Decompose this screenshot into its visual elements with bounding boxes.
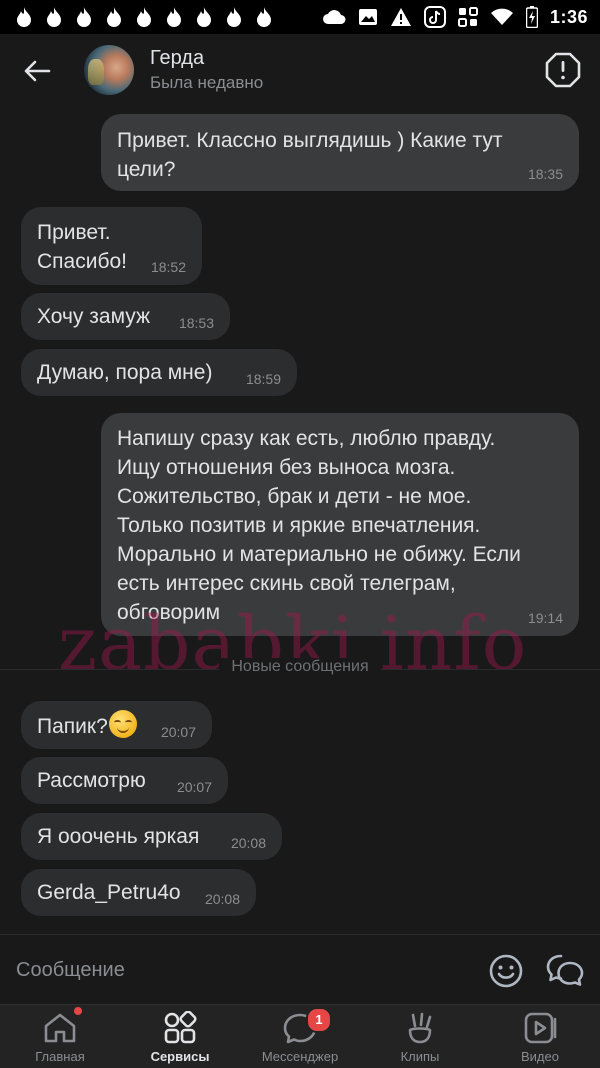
notification-icons (0, 6, 274, 28)
message-bubble-incoming[interactable]: Привет. Спасибо! 18:52 (21, 207, 202, 285)
nav-item-messenger[interactable]: 1 Мессенджер (240, 1005, 360, 1068)
message-time: 20:08 (204, 891, 240, 907)
warning-octagon-icon (545, 52, 581, 88)
message-text: Думаю, пора мне) (37, 361, 213, 384)
wallpaper-icon (457, 7, 478, 27)
status-bar: 1:36 (0, 0, 600, 34)
message-time: 18:53 (178, 315, 214, 331)
message-time: 20:08 (230, 835, 266, 851)
message-bubble-incoming[interactable]: Хочу замуж 18:53 (21, 293, 230, 340)
video-icon (524, 1012, 557, 1044)
new-messages-label: Новые сообщения (219, 658, 381, 675)
back-button[interactable] (18, 52, 56, 90)
battery-charging-icon (525, 6, 538, 28)
message-time: 20:07 (176, 779, 212, 795)
contact-name[interactable]: Герда (150, 47, 204, 70)
nav-label: Видео (521, 1049, 559, 1064)
message-bubble-outgoing[interactable]: Напишу сразу как есть, люблю правду. Ищу… (101, 413, 579, 636)
message-time: 19:14 (527, 610, 563, 626)
flame-icon (197, 7, 211, 27)
chats-icon[interactable] (546, 952, 584, 988)
wifi-icon (490, 8, 513, 25)
message-time: 20:07 (160, 724, 196, 740)
emoji-icon[interactable] (488, 953, 524, 989)
flame-icon (227, 7, 241, 27)
report-button[interactable] (542, 49, 584, 91)
image-icon (358, 9, 377, 25)
nav-label: Клипы (400, 1049, 440, 1064)
message-bubble-incoming[interactable]: Думаю, пора мне) 18:59 (21, 349, 297, 396)
flame-icon (17, 7, 31, 27)
home-icon (44, 1013, 76, 1043)
flame-icon (47, 7, 61, 27)
nav-label: Мессенджер (261, 1049, 339, 1064)
flame-icon (257, 7, 271, 27)
message-time: 18:35 (527, 166, 563, 182)
back-arrow-icon (24, 60, 51, 82)
message-time: 18:59 (245, 371, 281, 387)
nav-label: Сервисы (150, 1049, 210, 1064)
message-bubble-incoming[interactable]: Папик? 20:07 (21, 701, 212, 749)
smiling-face-emoji-icon (108, 710, 137, 738)
message-bubble-incoming[interactable]: Gerda_Petru4o 20:08 (21, 869, 256, 916)
flame-icon (77, 7, 91, 27)
composer (0, 934, 600, 1005)
notification-dot (74, 1007, 82, 1015)
message-text: Привет. Классно выглядишь ) Какие тут це… (117, 129, 503, 181)
flame-icon (167, 7, 181, 27)
clips-icon (408, 1012, 432, 1044)
status-time: 1:36 (549, 6, 588, 27)
nav-item-home[interactable]: Главная (0, 1005, 120, 1068)
contact-status: Была недавно (150, 73, 264, 92)
cloud-icon (322, 10, 346, 24)
bottom-nav: Главная Сервисы 1 Мессенджер Клипы Видео (0, 1004, 600, 1068)
new-messages-label-wrap: Новые сообщения (0, 658, 600, 676)
services-icon (164, 1011, 197, 1044)
flame-icon (107, 7, 121, 27)
unread-badge: 1 (306, 1007, 332, 1033)
message-bubble-incoming[interactable]: Я ооочень яркая 20:08 (21, 813, 282, 860)
message-list[interactable]: Привет. Классно выглядишь ) Какие тут це… (0, 106, 600, 934)
nav-item-clips[interactable]: Клипы (360, 1005, 480, 1068)
message-text: Напишу сразу как есть, люблю правду. Ищу… (117, 427, 521, 624)
tiktok-icon (423, 6, 446, 28)
message-time: 18:52 (150, 259, 186, 275)
message-bubble-incoming[interactable]: Рассмотрю 20:07 (21, 757, 228, 804)
flame-icon (137, 7, 151, 27)
nav-item-video[interactable]: Видео (480, 1005, 600, 1068)
message-text: Папик? (37, 715, 108, 738)
nav-label: Главная (35, 1049, 85, 1064)
avatar[interactable] (84, 45, 134, 95)
message-bubble-outgoing[interactable]: Привет. Классно выглядишь ) Какие тут це… (101, 114, 579, 191)
message-input[interactable] (16, 957, 456, 983)
system-icons: 1:36 (322, 6, 600, 28)
warning-icon (390, 8, 411, 26)
chat-header: Герда Была недавно (0, 34, 600, 106)
nav-item-services[interactable]: Сервисы (120, 1005, 240, 1068)
